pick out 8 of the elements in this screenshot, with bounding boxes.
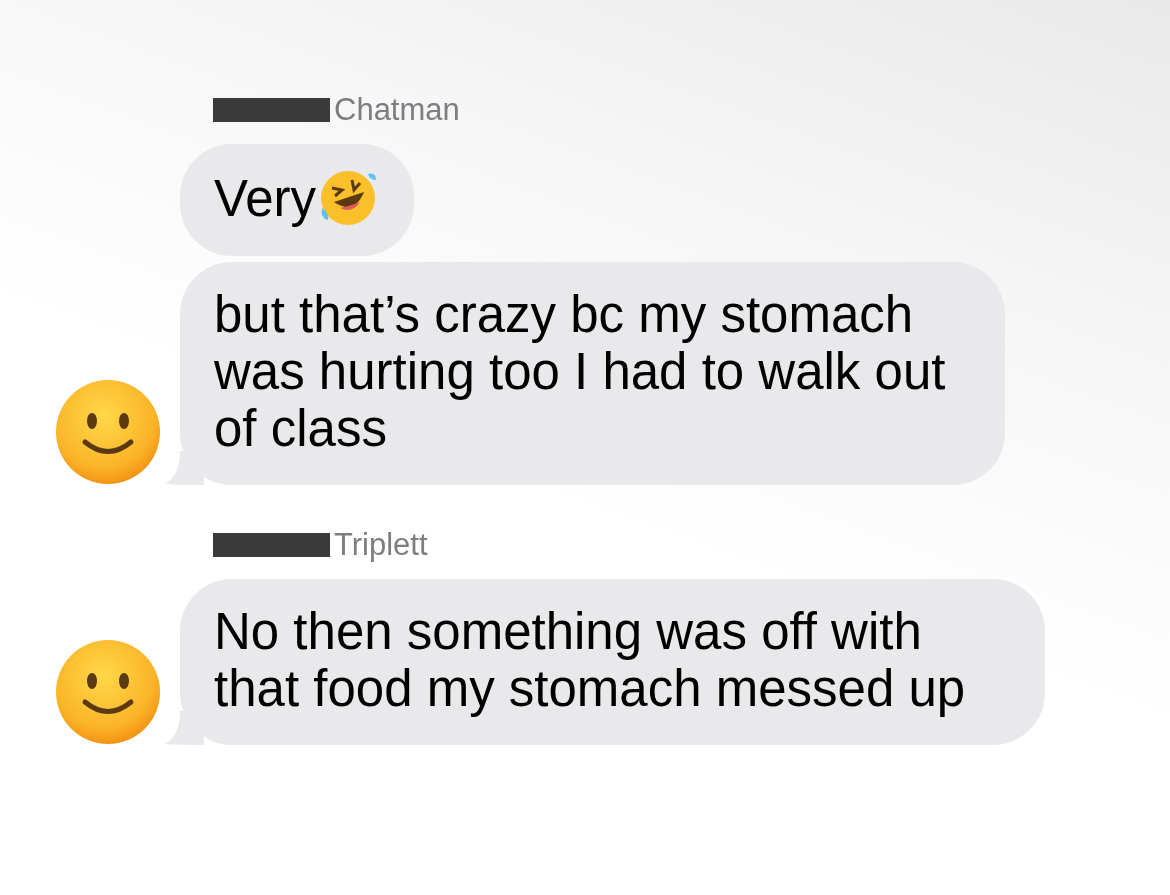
laughing-emoji-icon xyxy=(318,168,379,228)
smiley-icon xyxy=(55,639,161,745)
message-text: but that’s crazy bc my stomach was hurting too I had to walk out of class xyxy=(214,286,947,457)
message-text: No then something was off with that food my stomach messed up xyxy=(214,603,967,717)
sender-name: Chatman xyxy=(334,92,460,128)
smiley-icon xyxy=(55,379,161,485)
sender-name: Triplett xyxy=(334,527,428,563)
message-text: Very xyxy=(214,169,317,227)
